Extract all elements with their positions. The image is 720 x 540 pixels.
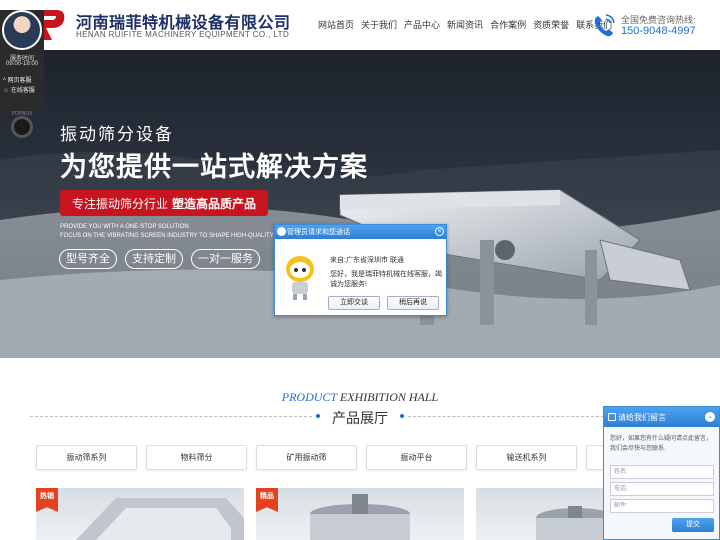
online-service-label: 在线客服 <box>10 88 35 94</box>
chat-invite-popup: 管理员请求和您通话 × 来自:广东省深圳市 联通 您好，我是瑞菲特机械在线客服，… <box>274 224 447 316</box>
edit-icon <box>608 413 616 421</box>
close-icon[interactable]: × <box>435 227 444 236</box>
web-service-link[interactable]: ^ 网页客服 <box>3 75 32 84</box>
chat-invite-title: 管理员请求和您通话 <box>287 229 350 236</box>
accept-chat-button[interactable]: 立即交谈 <box>328 296 380 310</box>
main-nav: 网站首页 关于我们 产品中心 新闻资讯 合作案例 资质荣誉 联系我们 <box>318 18 612 31</box>
category-tab[interactable]: 矿用振动筛 <box>256 445 357 470</box>
chevron-down-icon[interactable]: ⌄ <box>705 412 715 422</box>
hero-ribbon-text: 专注振动筛分行业 <box>72 196 169 211</box>
chat-icon <box>277 227 286 236</box>
product-image <box>310 494 410 540</box>
leave-message-text: 您好，如果您有什么疑问请点此留言，我们会尽快与您联系. <box>610 436 713 452</box>
chat-invite-message: 您好，我是瑞菲特机械在线客服，竭诚为您服务! <box>330 271 442 288</box>
hero-tag: 支持定制 <box>125 249 183 269</box>
product-card[interactable]: 精品 <box>256 488 464 540</box>
name-field[interactable]: 姓名: <box>610 465 714 479</box>
product-image <box>76 498 244 540</box>
nav-about[interactable]: 关于我们 <box>361 18 397 31</box>
product-card[interactable] <box>476 488 604 540</box>
hero-ribbon: 专注振动筛分行业 塑造高品质产品 <box>60 190 269 216</box>
divider-dot <box>400 414 404 418</box>
leave-message-title: 请给我们留言 <box>618 413 666 422</box>
hero-subtitle: 振动筛分设备 <box>60 125 174 144</box>
later-chat-button[interactable]: 稍后再说 <box>387 296 439 310</box>
hall-title-en: PRODUCT EXHIBITION HALL <box>0 390 720 405</box>
phone-field[interactable]: 电话: <box>610 482 714 496</box>
leave-message-header: 请给我们留言 ⌄ <box>604 407 719 427</box>
chat-invite-origin: 来自:广东省深圳市 联通 <box>330 257 404 264</box>
chevron-up-icon: ^ <box>3 78 6 84</box>
category-tab[interactable]: 输送机系列 <box>476 445 577 470</box>
hero-tag: 一对一服务 <box>191 249 260 269</box>
category-tabs: 振动筛系列 物料筛分 矿用振动筛 振动平台 输送机系列 <box>36 445 687 470</box>
gear-icon[interactable] <box>11 116 33 138</box>
hotline-number[interactable]: 150-9048-4997 <box>621 25 696 37</box>
nav-home[interactable]: 网站首页 <box>318 18 354 31</box>
company-name-en: HENAN RUIFITE MACHINERY EQUIPMENT CO., L… <box>76 30 290 39</box>
category-tab[interactable]: 物料筛分 <box>146 445 247 470</box>
email-field[interactable]: 邮件: <box>610 499 714 513</box>
service-panel: 服务时间 09:00-18:00 ^ 网页客服 ☺ 在线客服 POPBOX <box>0 10 44 117</box>
nav-cases[interactable]: 合作案例 <box>490 18 526 31</box>
hero-en-line-2: FOCUS ON THE VIBRATING SCREEN INDUSTRY T… <box>60 233 289 239</box>
robot-icon <box>286 256 314 300</box>
hero-tag: 型号齐全 <box>59 249 117 269</box>
product-image <box>536 506 604 540</box>
submit-button[interactable]: 提交 <box>672 518 714 532</box>
phone-icon <box>594 14 615 37</box>
hall-title-en-accent: PRODUCT <box>281 390 337 404</box>
hero-ribbon-emphasis: 塑造高品质产品 <box>172 196 257 211</box>
online-service-link[interactable]: ☺ 在线客服 <box>3 85 35 94</box>
service-time: 09:00-18:00 <box>5 61 39 67</box>
product-card[interactable]: 热销 <box>36 488 244 540</box>
service-avatar <box>2 10 42 50</box>
category-tab[interactable]: 振动平台 <box>366 445 467 470</box>
web-service-label: 网页客服 <box>7 78 32 84</box>
category-tab[interactable]: 振动筛系列 <box>36 445 137 470</box>
chat-invite-header: 管理员请求和您通话 × <box>275 225 446 239</box>
site-header: 河南瑞菲特机械设备有限公司 HENAN RUIFITE MACHINERY EQ… <box>0 0 720 50</box>
nav-honors[interactable]: 资质荣誉 <box>533 18 569 31</box>
hero-en-line-1: PROVIDE YOU WITH A ONE-STOP SOLUTION <box>60 224 189 230</box>
smile-icon: ☺ <box>3 88 10 94</box>
hero-title: 为您提供一站式解决方案 <box>60 152 368 182</box>
nav-news[interactable]: 新闻资讯 <box>447 18 483 31</box>
nav-products[interactable]: 产品中心 <box>404 18 440 31</box>
divider <box>408 416 604 417</box>
leave-message-widget: 请给我们留言 ⌄ 您好，如果您有什么疑问请点此留言，我们会尽快与您联系. 姓名:… <box>603 406 720 540</box>
hero-tags: 型号齐全 支持定制 一对一服务 <box>59 249 260 269</box>
hall-title-en-rest: EXHIBITION HALL <box>336 390 439 404</box>
